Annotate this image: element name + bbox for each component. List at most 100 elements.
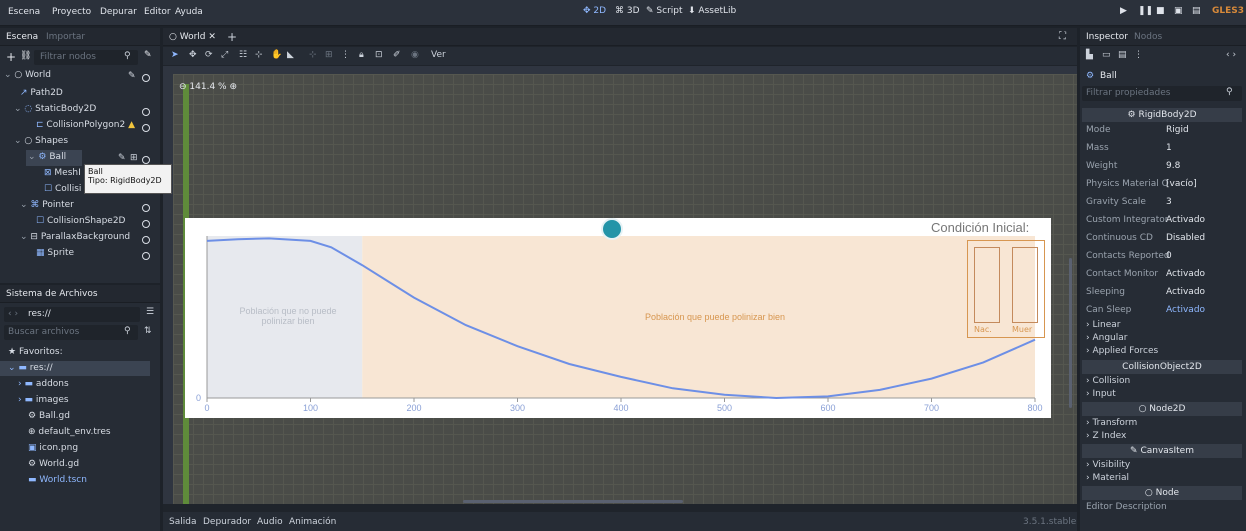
group-icon[interactable]: ⊡: [375, 50, 383, 60]
tree-item-collisionpolygon[interactable]: ⊏ CollisionPolygon2 ▲: [36, 120, 135, 136]
select-tool-icon[interactable]: ➤: [171, 50, 179, 60]
menu-ayuda[interactable]: Ayuda: [175, 7, 203, 17]
switch-assetlib[interactable]: ⬇ AssetLib: [688, 6, 736, 16]
tree-item-staticbody2d[interactable]: ⌄ ◌ StaticBody2D: [14, 104, 96, 120]
play-custom-icon[interactable]: ▤: [1192, 6, 1201, 16]
object-selector[interactable]: ⚙ Ball: [1082, 68, 1242, 84]
group-angular[interactable]: › Angular: [1086, 333, 1127, 343]
zoom-control[interactable]: ⊖ 141.4 % ⊕: [179, 82, 237, 92]
tree-item-meshinstance[interactable]: ⊠ MeshI: [44, 168, 81, 184]
switch-2d[interactable]: ✥ 2D: [583, 6, 606, 16]
group-transform[interactable]: › Transform: [1086, 418, 1137, 428]
fs-world-tscn[interactable]: ▬ World.tscn: [28, 475, 87, 491]
search-files-input[interactable]: Buscar archivos ⚲: [4, 325, 138, 340]
pivot-tool-icon[interactable]: ⊹: [255, 50, 263, 60]
fs-addons[interactable]: › ▬ addons: [18, 379, 69, 395]
prop-can-sleep[interactable]: Can Sleep Activado: [1086, 302, 1236, 320]
menu-escena[interactable]: Escena: [8, 7, 40, 17]
zoom-in-icon[interactable]: ⊕: [229, 82, 237, 92]
tab-animacion[interactable]: Animación: [289, 517, 336, 527]
tree-item-path2d[interactable]: ↗ Path2D: [20, 88, 63, 104]
visibility-icon[interactable]: [142, 236, 150, 244]
prop-weight[interactable]: Weight 9.8: [1086, 158, 1236, 176]
visibility-icon[interactable]: [142, 74, 150, 82]
menu-proyecto[interactable]: Proyecto: [52, 7, 91, 17]
section-node2d[interactable]: ○ Node2D: [1082, 402, 1242, 416]
open-resource-icon[interactable]: ▭: [1102, 50, 1111, 60]
prop-sleeping[interactable]: Sleeping Activado: [1086, 284, 1236, 302]
bone-icon[interactable]: ✐: [393, 50, 401, 60]
scale-tool-icon[interactable]: ⤢: [221, 50, 228, 60]
visibility-icon[interactable]: [142, 156, 150, 164]
pan-tool-icon[interactable]: ✋: [271, 50, 282, 60]
snap-icon[interactable]: ⊹: [309, 50, 317, 60]
save-resource-icon[interactable]: ▤: [1118, 50, 1127, 60]
tab-importar[interactable]: Importar: [46, 32, 85, 42]
group-material[interactable]: › Material: [1086, 473, 1129, 483]
group-applied-forces[interactable]: › Applied Forces: [1086, 346, 1158, 356]
stop-icon[interactable]: ■: [1156, 6, 1165, 16]
split-view-icon[interactable]: ☰: [146, 307, 154, 317]
scene-script-icon[interactable]: ✎: [144, 50, 152, 60]
pause-icon[interactable]: ❚❚: [1138, 6, 1153, 16]
fullscreen-icon[interactable]: ⛶: [1059, 31, 1066, 42]
renderer-label[interactable]: GLES3: [1212, 6, 1244, 16]
fs-res-root[interactable]: ⌄ ▬ res://: [8, 363, 53, 379]
filter-nodes-input[interactable]: Filtrar nodos ⚲: [34, 50, 138, 65]
tab-world[interactable]: ○ World ✕: [169, 32, 216, 42]
tab-depurador[interactable]: Depurador: [203, 517, 251, 527]
tab-inspector[interactable]: Inspector: [1086, 32, 1128, 42]
switch-3d[interactable]: ⌘ 3D: [615, 6, 640, 16]
group-icon[interactable]: ⊞: [130, 153, 138, 163]
fs-ball-gd[interactable]: ⚙ Ball.gd: [28, 411, 70, 427]
nav-arrows-icon[interactable]: ‹ ›: [8, 309, 18, 319]
new-tab-icon[interactable]: +: [227, 30, 237, 44]
fs-default-env[interactable]: ⊕ default_env.tres: [28, 427, 111, 443]
zoom-out-icon[interactable]: ⊖: [179, 82, 187, 92]
rotate-tool-icon[interactable]: ⟳: [205, 50, 213, 60]
tree-item-collisionshape[interactable]: ☐ CollisionShape2D: [36, 216, 125, 232]
path-field[interactable]: ‹ › res://: [4, 307, 140, 322]
group-collision[interactable]: › Collision: [1086, 376, 1130, 386]
script-icon[interactable]: ✎: [118, 153, 126, 163]
add-node-icon[interactable]: +: [6, 50, 16, 64]
menu-depurar[interactable]: Depurar: [100, 7, 137, 17]
more-icon[interactable]: ⋮: [341, 50, 350, 60]
view-menu[interactable]: Ver: [431, 50, 446, 60]
tree-item-ball[interactable]: ⌄ ⚙ Ball: [28, 152, 66, 168]
link-icon[interactable]: ⛓: [20, 51, 31, 61]
prop-physics-material[interactable]: Physics Material O [vacío]: [1086, 176, 1236, 194]
visibility-icon[interactable]: [142, 108, 150, 116]
tab-audio[interactable]: Audio: [257, 517, 283, 527]
prop-mode[interactable]: Mode Rigid: [1086, 122, 1236, 140]
tree-item-sprite[interactable]: ▦ Sprite: [36, 248, 74, 264]
prop-custom-integrator[interactable]: Custom Integrator Activado: [1086, 212, 1236, 230]
ruler-tool-icon[interactable]: ◣: [287, 50, 294, 60]
tree-item-collision[interactable]: ☐ Collisi: [44, 184, 81, 200]
v-scrollbar[interactable]: [1069, 258, 1072, 408]
visibility-icon[interactable]: ◉: [411, 50, 419, 60]
prop-mass[interactable]: Mass 1: [1086, 140, 1236, 158]
warning-icon[interactable]: ▲: [128, 120, 135, 130]
prop-gravity-scale[interactable]: Gravity Scale 3: [1086, 194, 1236, 212]
sort-icon[interactable]: ⇅: [144, 326, 152, 336]
tab-salida[interactable]: Salida: [169, 517, 196, 527]
menu-editor[interactable]: Editor: [144, 7, 171, 17]
close-icon[interactable]: ✕: [208, 32, 216, 42]
play-scene-icon[interactable]: ▣: [1174, 6, 1183, 16]
section-collisionobject2d[interactable]: CollisionObject2D: [1082, 360, 1242, 374]
fs-images[interactable]: › ▬ images: [18, 395, 69, 411]
fs-icon-png[interactable]: ▣ icon.png: [28, 443, 78, 459]
pointer-node-handle[interactable]: [601, 218, 623, 240]
fs-world-gd[interactable]: ⚙ World.gd: [28, 459, 79, 475]
new-resource-icon[interactable]: ▙: [1086, 50, 1093, 60]
prop-contacts-reported[interactable]: Contacts Reported 0: [1086, 248, 1236, 266]
filter-properties-input[interactable]: Filtrar propiedades ⚲: [1082, 86, 1242, 101]
prop-editor-description[interactable]: Editor Description: [1086, 502, 1167, 512]
tree-item-pointer[interactable]: ⌄ ⌘ Pointer: [20, 200, 74, 216]
h-scrollbar[interactable]: [463, 500, 683, 503]
move-tool-icon[interactable]: ✥: [189, 50, 197, 60]
tab-nodos[interactable]: Nodos: [1134, 32, 1162, 42]
group-linear[interactable]: › Linear: [1086, 320, 1120, 330]
visibility-icon[interactable]: [142, 124, 150, 132]
